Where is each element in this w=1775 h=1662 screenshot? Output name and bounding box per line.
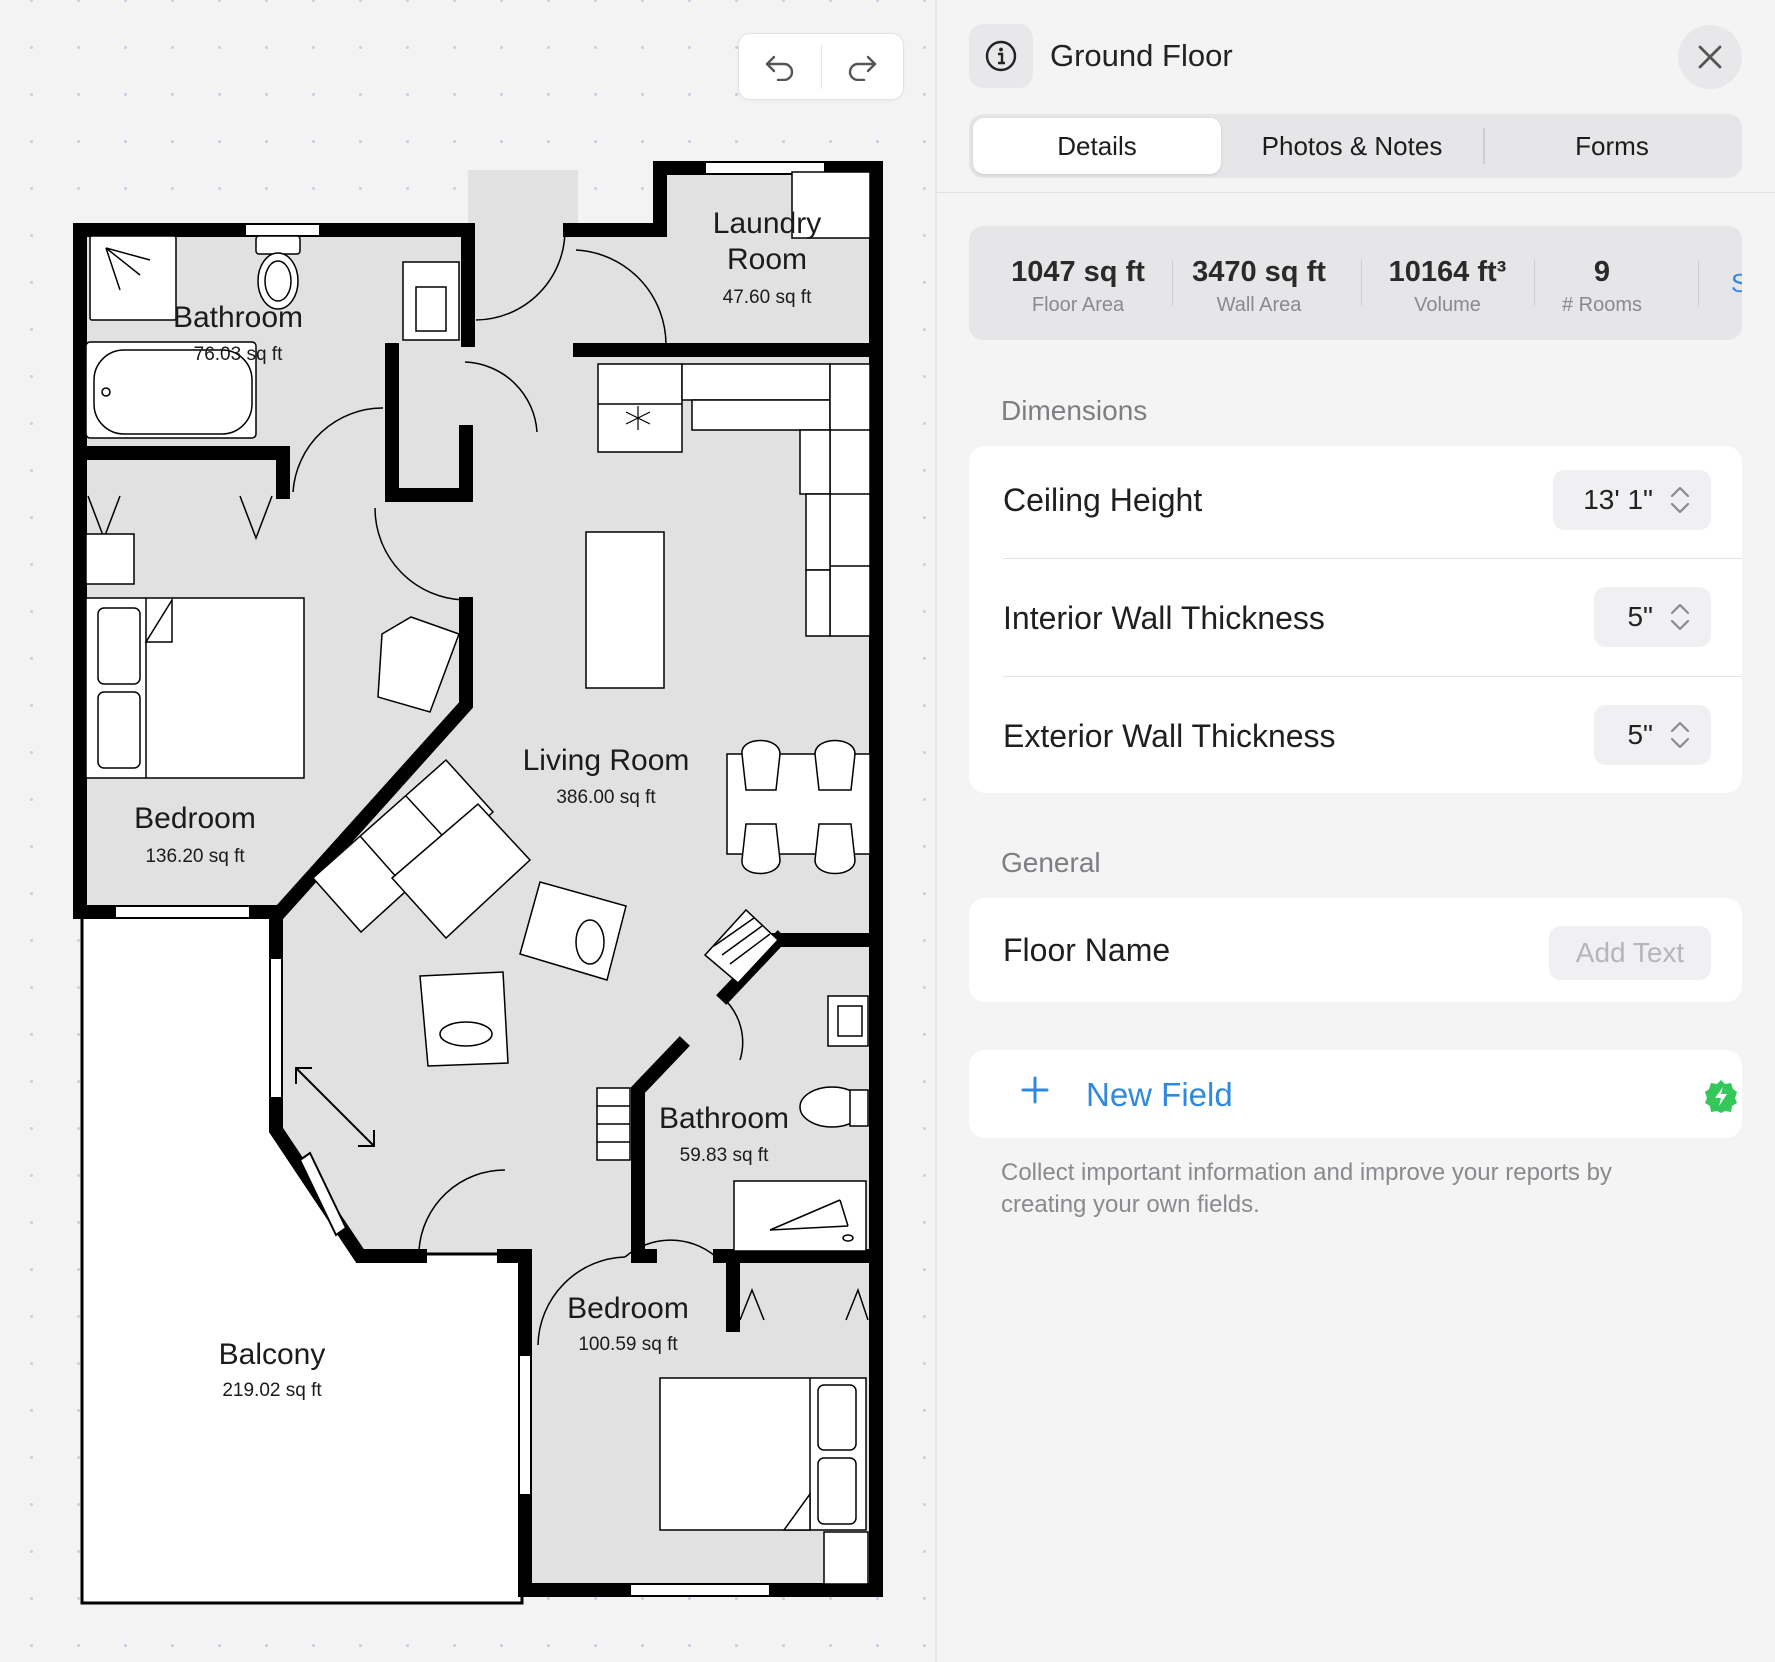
stat-value: 10164 ft³ <box>1388 256 1507 288</box>
undo-redo-group <box>738 33 904 100</box>
close-button[interactable] <box>1678 25 1742 89</box>
exterior-wall-row[interactable]: Exterior Wall Thickness 5" <box>969 676 1742 793</box>
stat-label: Wall Area <box>1216 294 1302 316</box>
room-name: Room <box>727 243 807 276</box>
stepper-value: 13' 1" <box>1583 484 1653 515</box>
info-icon <box>985 40 1017 72</box>
info-button[interactable] <box>969 24 1033 88</box>
stats-bar: 1047 sq ft Floor Area 3470 sq ft Wall Ar… <box>969 226 1742 340</box>
stat-wall-area: 3470 sq ft Wall Area <box>1172 226 1346 340</box>
up-down-chevron-icon <box>1670 603 1690 631</box>
floorplan-drawing[interactable]: Bathroom 76.03 sq ft Laundry Room 47.60 … <box>0 0 935 1662</box>
tab-forms[interactable]: Forms <box>1485 118 1739 174</box>
dimensions-card: Ceiling Height 13' 1" Interior Wall Thic… <box>969 446 1742 793</box>
stat-value: 9 <box>1593 256 1611 288</box>
room-area: 59.83 sq ft <box>680 1145 769 1166</box>
interior-wall-stepper[interactable]: 5" <box>1594 587 1711 647</box>
tab-photos-notes[interactable]: Photos & Notes <box>1223 118 1481 174</box>
tab-details[interactable]: Details <box>973 118 1221 174</box>
room-area: 100.59 sq ft <box>578 1334 678 1355</box>
new-field-help-text: Collect important information and improv… <box>1001 1159 1612 1218</box>
room-area: 47.60 sq ft <box>723 287 812 308</box>
section-label-general: General <box>1001 847 1101 878</box>
floor-name-input[interactable]: Add Text <box>1549 926 1711 980</box>
up-down-chevron-icon <box>1670 721 1690 749</box>
stat-divider <box>1698 260 1699 306</box>
close-icon <box>1698 45 1722 69</box>
room-area: 76.03 sq ft <box>194 344 283 365</box>
header-divider <box>937 192 1775 193</box>
undo-button[interactable] <box>739 34 821 99</box>
stepper-value: 5" <box>1627 719 1653 750</box>
details-panel: Ground Floor Details Photos & Notes Form… <box>937 0 1775 1662</box>
room-name: Balcony <box>219 1338 326 1371</box>
exterior-wall-stepper[interactable]: 5" <box>1594 705 1711 765</box>
ceiling-height-row[interactable]: Ceiling Height 13' 1" <box>969 446 1742 558</box>
room-area: 136.20 sq ft <box>145 846 245 867</box>
panel-title: Ground Floor <box>1050 38 1233 73</box>
tab-bar: Details Photos & Notes Forms <box>969 114 1742 178</box>
section-label-dimensions: Dimensions <box>1001 395 1148 426</box>
undo-icon <box>765 55 793 81</box>
stepper-value: 5" <box>1627 601 1653 632</box>
row-label: Interior Wall Thickness <box>1003 600 1325 636</box>
stat-rooms: 9 # Rooms <box>1534 226 1670 340</box>
stat-value: 3470 sq ft <box>1192 256 1326 288</box>
stat-floor-area: 1047 sq ft Floor Area <box>969 226 1187 340</box>
stat-value: 1047 sq ft <box>1011 256 1145 288</box>
up-down-chevron-icon <box>1670 486 1690 514</box>
room-name: Laundry <box>713 207 821 240</box>
general-card: Floor Name Add Text <box>969 898 1742 1002</box>
row-label: Exterior Wall Thickness <box>1003 718 1336 754</box>
redo-icon <box>849 55 877 81</box>
stat-label: Floor Area <box>1031 294 1125 316</box>
new-field-button[interactable]: New Field <box>969 1050 1742 1138</box>
ceiling-height-stepper[interactable]: 13' 1" <box>1553 470 1711 530</box>
bolt-badge-icon <box>1705 1080 1737 1113</box>
room-area: 386.00 sq ft <box>556 787 656 808</box>
room-name: Bedroom <box>134 802 256 835</box>
floorplan-canvas[interactable]: Bathroom 76.03 sq ft Laundry Room 47.60 … <box>0 0 937 1662</box>
see-all-link[interactable]: See <box>1731 268 1742 299</box>
row-label: Ceiling Height <box>1003 482 1203 518</box>
plus-icon <box>1021 1076 1049 1104</box>
redo-button[interactable] <box>822 34 904 99</box>
room-name: Bathroom <box>659 1102 789 1135</box>
stat-volume: 10164 ft³ Volume <box>1361 226 1534 340</box>
room-name: Bedroom <box>567 1292 689 1325</box>
room-area: 219.02 sq ft <box>222 1380 322 1401</box>
room-name: Bathroom <box>173 301 303 334</box>
new-field-label: New Field <box>1086 1076 1233 1113</box>
stat-label: Volume <box>1414 294 1481 316</box>
interior-wall-row[interactable]: Interior Wall Thickness 5" <box>969 558 1742 676</box>
floor-name-label: Floor Name <box>1003 932 1171 968</box>
stat-label: # Rooms <box>1561 294 1643 316</box>
room-name: Living Room <box>523 744 690 777</box>
